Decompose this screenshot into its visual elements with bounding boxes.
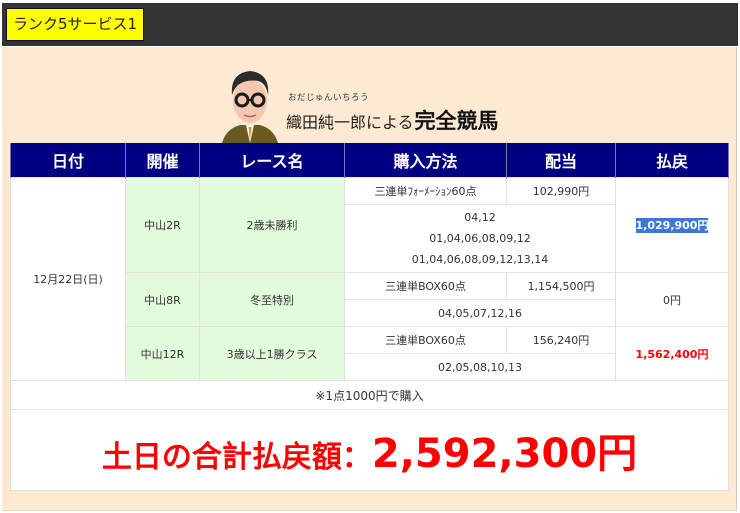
payout-cell: 0円	[615, 272, 729, 327]
venue-cell: 中山8R	[125, 272, 200, 327]
header-venue: 開催	[125, 143, 200, 178]
date-cell: 12月22日(日)	[10, 177, 126, 381]
race-name-cell: 3歳以上1勝クラス	[199, 326, 345, 381]
race-name-cell: 2歳未勝利	[199, 177, 345, 273]
race-name-cell: 冬至特別	[199, 272, 345, 327]
combination-line: 01,04,06,08,09,12,13,14	[411, 253, 549, 266]
purchase-note: ※1点1000円で購入	[10, 380, 729, 410]
venue-cell: 中山12R	[125, 326, 200, 381]
dividend-cell: 102,990円	[506, 177, 616, 205]
header-date: 日付	[10, 143, 126, 178]
name-ruby: おだじゅんいちろう	[288, 93, 370, 103]
method-cell: 三連単BOX60点	[344, 326, 507, 354]
total-payout-cell: 土日の合計払戻額：2,592,300円	[10, 409, 729, 491]
table-row: 12月22日(日) 中山2R 2歳未勝利 三連単ﾌｫｰﾒｰｼｮﾝ60点 102,…	[10, 177, 729, 381]
results-table: 日付 開催 レース名 購入方法 配当 払戻 12月22日(日) 中山2R 2歳未…	[10, 143, 729, 491]
caricature-man-glasses-icon	[222, 71, 278, 143]
combinations-cell: 02,05,08,10,13	[344, 353, 616, 381]
hero-title: おだじゅんいちろう 織田純一郎による完全競馬	[286, 93, 499, 135]
dividend-cell: 1,154,500円	[506, 272, 616, 300]
header-race-name: レース名	[199, 143, 345, 178]
total-value: 2,592,300円	[371, 431, 638, 477]
site-title: 完全競馬	[414, 109, 499, 133]
header-method: 購入方法	[344, 143, 507, 178]
method-cell: 三連単ﾌｫｰﾒｰｼｮﾝ60点	[344, 177, 507, 205]
combinations-cell: 04,12 01,04,06,08,09,12 01,04,06,08,09,1…	[344, 204, 616, 273]
combination-line: 04,12	[464, 211, 496, 224]
top-bar: ランク5サービス1	[2, 3, 738, 46]
venue-cell: 中山2R	[125, 177, 200, 273]
rank-service-badge: ランク5サービス1	[6, 8, 145, 41]
header-payout: 払戻	[615, 143, 729, 178]
total-label: 土日の合計払戻額：	[101, 440, 372, 475]
hero-banner: おだじゅんいちろう 織田純一郎による完全競馬	[218, 65, 499, 143]
total-row: 土日の合計払戻額：2,592,300円	[10, 409, 729, 491]
payout-cell: 1,029,900円	[615, 177, 729, 273]
method-cell: 三連単BOX60点	[344, 272, 507, 300]
header-dividend: 配当	[506, 143, 616, 178]
payout-cell: 1,562,400円	[615, 326, 729, 381]
payout-value-selected[interactable]: 1,029,900円	[635, 218, 709, 233]
combination-line: 01,04,06,08,09,12	[429, 232, 531, 245]
combinations-cell: 04,05,07,12,16	[344, 299, 616, 327]
dividend-cell: 156,240円	[506, 326, 616, 354]
content-panel: おだじゅんいちろう 織田純一郎による完全競馬 日付 開催 レース名 購入方法 配…	[2, 47, 737, 511]
author-name: 織田純一郎による	[286, 113, 414, 132]
table-header-row: 日付 開催 レース名 購入方法 配当 払戻	[10, 143, 729, 178]
note-row: ※1点1000円で購入	[10, 380, 729, 410]
